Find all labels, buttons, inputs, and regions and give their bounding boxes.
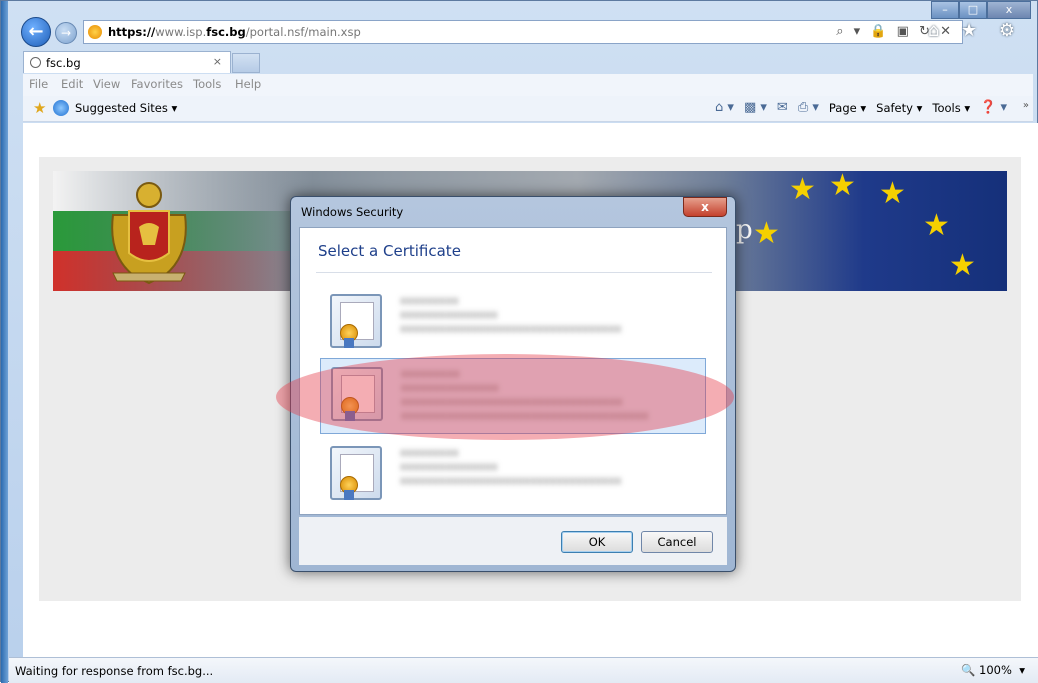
divider	[316, 272, 712, 273]
tab-close-icon[interactable]: ×	[213, 55, 222, 68]
tab-title: fsc.bg	[46, 56, 81, 70]
eu-star-icon: ★	[789, 172, 816, 207]
new-tab-button[interactable]	[232, 53, 260, 73]
banner-text-fragment: p	[736, 215, 753, 245]
url-host: fsc.bg	[206, 25, 246, 39]
dialog-close-button[interactable]: x	[683, 197, 727, 217]
eu-star-icon: ★	[923, 208, 950, 243]
certificate-details: xxxxxxxxx xxxxxxxxxxxxxxx xxxxxxxxxxxxxx…	[400, 294, 621, 336]
zoom-icon: 🔍	[961, 663, 976, 677]
zoom-level: 100%	[979, 663, 1012, 677]
tools-menu[interactable]: Tools ▾	[932, 101, 970, 115]
menu-view[interactable]: View	[93, 77, 120, 91]
address-url[interactable]: https://www.isp.fsc.bg/portal.nsf/main.x…	[108, 25, 361, 39]
safety-menu[interactable]: Safety ▾	[876, 101, 922, 115]
command-bar: ⌂ ▾ ▩ ▾ ✉ ⎙ ▾ Page ▾ Safety ▾ Tools ▾ ❓ …	[715, 100, 1007, 115]
site-favicon-icon	[88, 25, 102, 39]
menu-tools[interactable]: Tools	[193, 77, 221, 91]
status-bar: Waiting for response from fsc.bg... 🔍 10…	[9, 657, 1038, 683]
url-scheme: https://	[108, 25, 156, 39]
address-bar[interactable]: https://www.isp.fsc.bg/portal.nsf/main.x…	[83, 20, 963, 44]
dialog-title: Windows Security	[301, 205, 404, 219]
mail-icon[interactable]: ✉	[777, 100, 788, 115]
zoom-dropdown-icon[interactable]: ▾	[1019, 663, 1025, 677]
certificate-icon	[330, 446, 382, 500]
ie-icon	[53, 100, 69, 116]
zoom-control[interactable]: 🔍 100% ▾	[961, 663, 1025, 677]
certificate-detail-line: xxxxxxxxxxxxxxx	[400, 460, 498, 473]
certificate-detail-line: xxxxxxxxx	[400, 294, 459, 307]
help-icon[interactable]: ❓ ▾	[980, 100, 1007, 115]
dialog-footer: OK Cancel	[299, 517, 727, 565]
certificate-detail-line: xxxxxxxxxxxxxxxxxxxxxxxxxxxxxxxxxx	[400, 474, 622, 487]
certificate-details: xxxxxxxxx xxxxxxxxxxxxxxx xxxxxxxxxxxxxx…	[400, 446, 621, 488]
more-chevron-icon[interactable]: »	[1023, 100, 1029, 111]
eu-star-icon: ★	[949, 248, 976, 283]
ok-button[interactable]: OK	[561, 531, 633, 553]
coat-of-arms-icon	[111, 182, 187, 285]
eu-star-icon: ★	[753, 216, 780, 251]
back-button[interactable]: ←	[21, 17, 51, 47]
tab-fsc[interactable]: fsc.bg ×	[23, 51, 231, 73]
certificate-detail-line: xxxxxxxxxxxxxxxxxxxxxxxxxxxxxxxxxx	[400, 322, 622, 335]
url-path: /portal.nsf/main.xsp	[245, 25, 361, 39]
print-icon[interactable]: ⎙ ▾	[798, 100, 819, 115]
url-pre-host: www.isp.	[155, 25, 207, 39]
favorites-star-icon[interactable]: ★	[33, 99, 46, 117]
selection-highlight-annotation	[276, 354, 734, 440]
feeds-icon[interactable]: ▩ ▾	[744, 100, 767, 115]
menu-favorites[interactable]: Favorites	[131, 77, 183, 91]
home-icon[interactable]: ⌂ ▾	[715, 100, 734, 115]
menu-bar: File Edit View Favorites Tools Help	[23, 74, 1033, 96]
certificate-detail-line: xxxxxxxxx	[400, 446, 459, 459]
tab-strip: fsc.bg ×	[11, 51, 1033, 73]
certificate-item[interactable]: xxxxxxxxx xxxxxxxxxxxxxxx xxxxxxxxxxxxxx…	[320, 286, 706, 362]
navigation-bar: ← → https://www.isp.fsc.bg/portal.nsf/ma…	[11, 17, 1033, 49]
certificate-item[interactable]: xxxxxxxxx xxxxxxxxxxxxxxx xxxxxxxxxxxxxx…	[320, 438, 706, 514]
menu-edit[interactable]: Edit	[61, 77, 83, 91]
cancel-button[interactable]: Cancel	[641, 531, 713, 553]
certificate-icon	[330, 294, 382, 348]
dialog-heading: Select a Certificate	[318, 242, 461, 260]
page-menu[interactable]: Page ▾	[829, 101, 866, 115]
home-favorites-settings-icons[interactable]: ⌂ ★ ⚙	[928, 20, 1023, 41]
certificate-detail-line: xxxxxxxxxxxxxxx	[400, 308, 498, 321]
suggested-sites-link[interactable]: Suggested Sites ▾	[75, 101, 177, 115]
menu-file[interactable]: File	[29, 77, 48, 91]
loading-spinner-icon	[30, 57, 41, 68]
status-text: Waiting for response from fsc.bg...	[15, 664, 214, 678]
eu-star-icon: ★	[879, 176, 906, 211]
menu-help[interactable]: Help	[235, 77, 261, 91]
favorites-bar: ★ Suggested Sites ▾ ⌂ ▾ ▩ ▾ ✉ ⎙ ▾ Page ▾…	[23, 96, 1033, 122]
forward-button[interactable]: →	[55, 22, 77, 44]
eu-star-icon: ★	[829, 171, 856, 203]
window-frame-edge	[1, 1, 8, 683]
